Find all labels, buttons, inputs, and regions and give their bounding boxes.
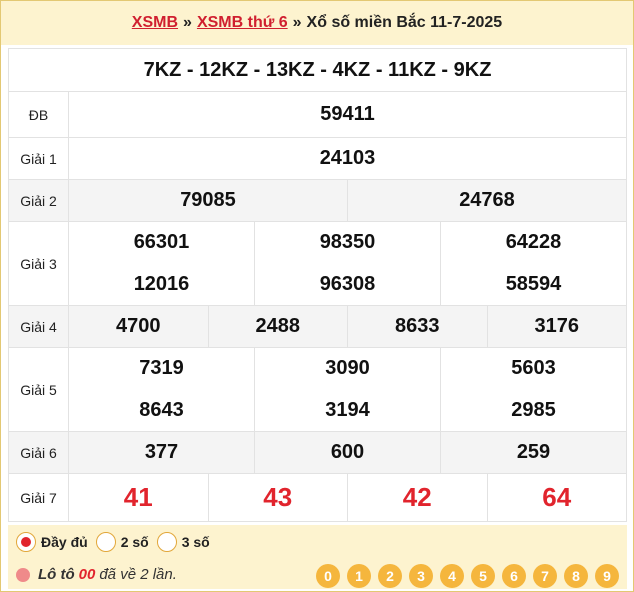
breadcrumb-link-xsmb[interactable]: XSMB	[132, 14, 178, 32]
loto-summary: Lô tô 00 đã về 2 lần.	[16, 566, 177, 583]
option-full[interactable]: Đầy đủ	[16, 532, 88, 552]
prize-row-g4: Giải 4 4700 2488 8633 3176	[8, 305, 627, 348]
prize-number: 41	[68, 473, 209, 522]
digit-button[interactable]: 8	[564, 564, 588, 588]
prize-row-g3-b: 12016 96308 58594	[9, 263, 627, 306]
digit-button[interactable]: 4	[440, 564, 464, 588]
prize-row-g6: Giải 6 377 600 259	[8, 431, 627, 474]
results-table: 7KZ - 12KZ - 13KZ - 4KZ - 11KZ - 9KZ ĐB …	[8, 48, 627, 522]
radio-selected-icon[interactable]	[16, 532, 36, 552]
prize-number: 5603	[440, 347, 627, 390]
prize-label: Giải 4	[8, 305, 69, 348]
display-mode-options: Đầy đủ 2 số 3 số	[16, 532, 218, 552]
prize-row-g2: Giải 2 79085 24768	[8, 179, 627, 222]
loto-number: 00	[78, 566, 96, 583]
option-full-label: Đầy đủ	[41, 534, 88, 550]
prize-number: 24768	[347, 179, 627, 222]
digit-button[interactable]: 2	[378, 564, 402, 588]
prize-label: Giải 1	[8, 137, 69, 180]
radio-icon[interactable]	[95, 532, 116, 552]
prize-number: 96308	[254, 263, 441, 306]
digit-button[interactable]: 5	[471, 564, 495, 588]
option-three-digits[interactable]: 3 số	[156, 532, 210, 552]
display-options-bar: Đầy đủ 2 số 3 số Lô tô 00 đã về 2 lần. 0…	[8, 525, 627, 589]
breadcrumb: XSMB » XSMB thứ 6 » Xổ số miền Bắc 11-7-…	[1, 1, 633, 45]
digit-button[interactable]: 1	[347, 564, 371, 588]
prize-number: 3090	[254, 347, 441, 390]
option-two-digits[interactable]: 2 số	[95, 532, 149, 552]
prize-number: 58594	[440, 263, 627, 306]
prize-number: 3176	[486, 305, 627, 348]
loto-prefix: Lô tô	[38, 566, 75, 583]
page-title: Xổ số miền Bắc 11-7-2025	[306, 14, 503, 31]
special-prize-number: 59411	[68, 91, 627, 138]
prize-number: 98350	[254, 221, 441, 264]
prize-row-g5: Giải 5 7319 3090 5603	[8, 347, 627, 432]
prize-label: Giải 2	[8, 179, 69, 222]
prize-label: Giải 7	[8, 473, 69, 522]
prize-number: 3194	[254, 389, 441, 432]
prize-number: 64228	[440, 221, 627, 264]
prize-number: 2985	[440, 389, 627, 432]
prize-row-g7: Giải 7 41 43 42 64	[8, 473, 627, 522]
prize-number: 2488	[207, 305, 348, 348]
prize-number: 8633	[347, 305, 488, 348]
option-three-label: 3 số	[181, 534, 210, 550]
digit-button[interactable]: 3	[409, 564, 433, 588]
prize-label: ĐB	[8, 91, 69, 138]
digit-button[interactable]: 7	[533, 564, 557, 588]
prize-number: 600	[254, 431, 441, 474]
prize-number: 66301	[68, 221, 255, 264]
prize-number: 42	[347, 473, 488, 522]
breadcrumb-separator: »	[292, 14, 302, 31]
ticket-codes: 7KZ - 12KZ - 13KZ - 4KZ - 11KZ - 9KZ	[8, 48, 627, 92]
prize-number: 64	[486, 473, 627, 522]
digit-button[interactable]: 6	[502, 564, 526, 588]
option-two-label: 2 số	[120, 534, 149, 550]
loto-suffix: đã về 2 lần.	[99, 566, 177, 583]
prize-number: 43	[207, 473, 348, 522]
prize-row-g1: Giải 1 24103	[8, 137, 627, 180]
prize-row-g3: Giải 3 66301 98350 64228	[8, 221, 627, 306]
digit-filter: 0 1 2 3 4 5 6 7 8 9	[309, 564, 619, 588]
prize-label: Giải 5	[8, 347, 69, 432]
radio-icon[interactable]	[156, 532, 177, 552]
breadcrumb-link-xsmb-thu-6[interactable]: XSMB thứ 6	[197, 14, 288, 32]
prize-row-g5-b: 8643 3194 2985	[9, 389, 627, 432]
prize-number: 4700	[68, 305, 209, 348]
prize-number: 259	[440, 431, 627, 474]
digit-button[interactable]: 9	[595, 564, 619, 588]
prize-number: 24103	[68, 137, 627, 180]
results-panel: XSMB » XSMB thứ 6 » Xổ số miền Bắc 11-7-…	[0, 0, 634, 592]
digit-button[interactable]: 0	[316, 564, 340, 588]
prize-number: 7319	[68, 347, 255, 390]
prize-number: 377	[68, 431, 255, 474]
bullet-icon	[16, 567, 30, 582]
prize-number: 79085	[68, 179, 348, 222]
prize-number: 12016	[68, 263, 255, 306]
prize-number: 8643	[68, 389, 255, 432]
prize-label: Giải 6	[8, 431, 69, 474]
breadcrumb-separator: »	[183, 14, 192, 31]
prize-label: Giải 3	[8, 221, 69, 306]
prize-row-db: ĐB 59411	[8, 91, 627, 138]
